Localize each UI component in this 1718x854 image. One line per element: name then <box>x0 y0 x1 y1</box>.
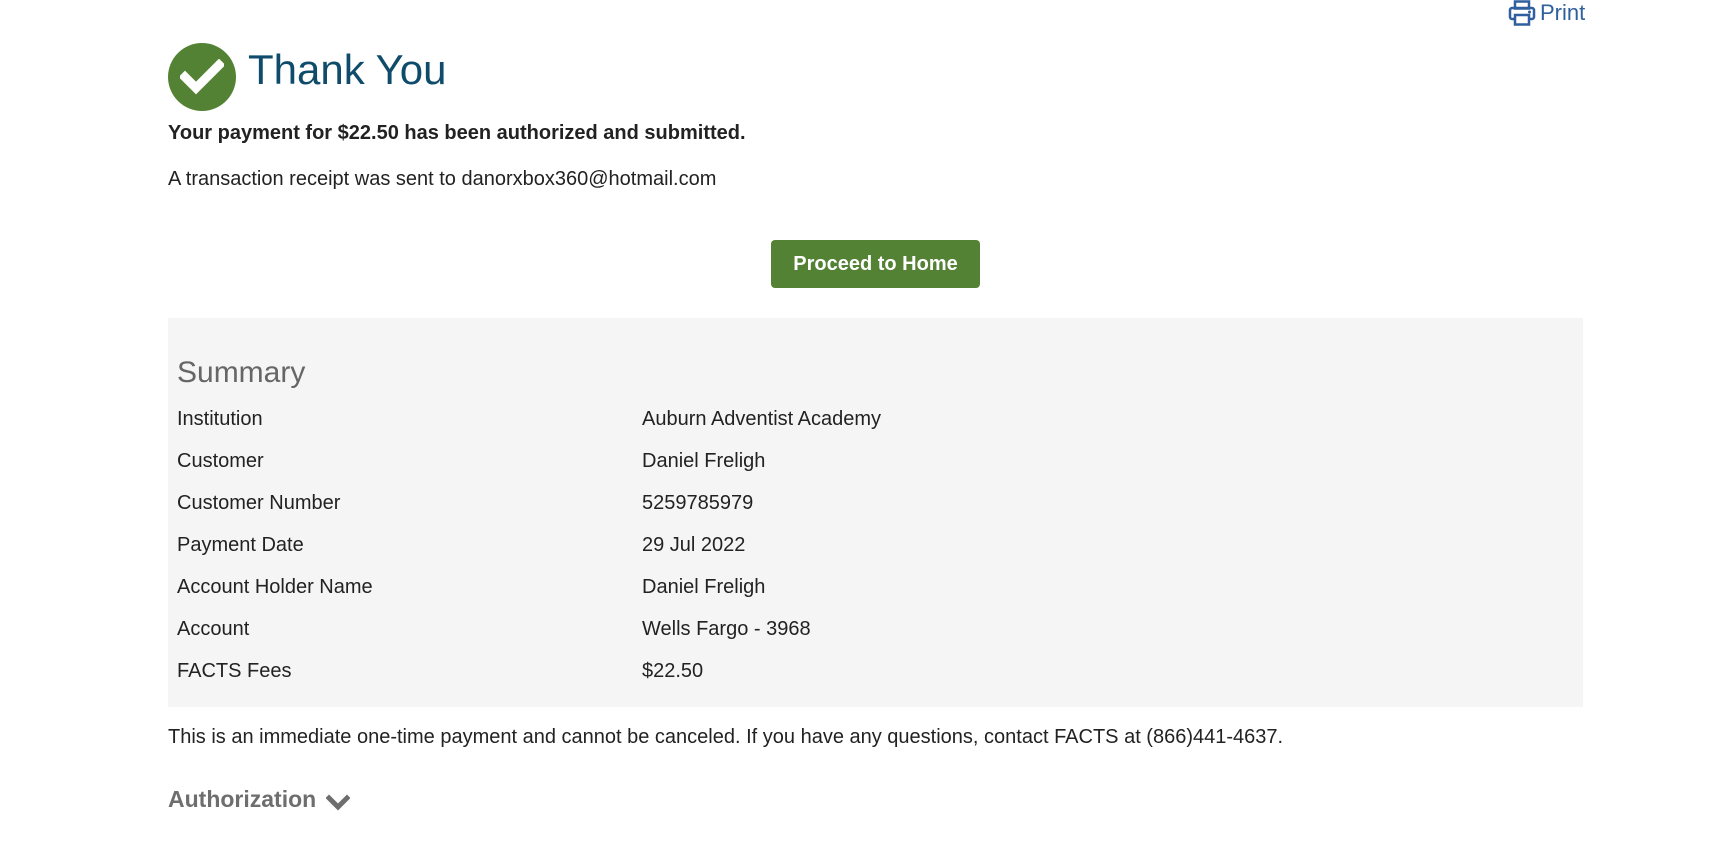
authorization-label: Authorization <box>168 786 317 812</box>
check-circle-icon <box>168 43 236 112</box>
printer-icon <box>1508 0 1536 26</box>
summary-value: Daniel Freligh <box>642 450 766 472</box>
summary-row-account: Account Wells Fargo - 3968 <box>177 618 1577 648</box>
summary-label: Customer <box>177 450 264 472</box>
summary-value: $22.50 <box>642 660 704 682</box>
summary-row-payment-date: Payment Date 29 Jul 2022 <box>177 534 1577 564</box>
summary-label: Account <box>177 618 250 640</box>
summary-row-institution: Institution Auburn Adventist Academy <box>177 408 1577 438</box>
summary-value: Auburn Adventist Academy <box>642 408 882 430</box>
summary-label: Customer Number <box>177 492 341 514</box>
confirmation-header: Thank You <box>168 32 447 122</box>
chevron-down-icon <box>325 791 351 811</box>
summary-label: FACTS Fees <box>177 660 292 682</box>
page-title: Thank You <box>248 46 447 93</box>
receipt-message: A transaction receipt was sent to danorx… <box>168 168 717 190</box>
summary-row-customer: Customer Daniel Freligh <box>177 450 1577 480</box>
summary-value: 5259785979 <box>642 492 754 514</box>
summary-label: Institution <box>177 408 263 430</box>
payment-disclaimer: This is an immediate one-time payment an… <box>168 726 1284 748</box>
summary-label: Account Holder Name <box>177 576 373 598</box>
authorization-toggle[interactable]: Authorization <box>168 786 351 813</box>
summary-row-customer-number: Customer Number 5259785979 <box>177 492 1577 522</box>
proceed-to-home-button[interactable]: Proceed to Home <box>771 240 980 288</box>
summary-value: Wells Fargo - 3968 <box>642 618 811 640</box>
print-link[interactable]: Print <box>1508 0 1585 26</box>
print-label: Print <box>1540 0 1586 25</box>
summary-row-facts-fees: FACTS Fees $22.50 <box>177 660 1577 690</box>
payment-confirmation-page: Print Thank You Your payment for $22.50 … <box>0 0 1718 854</box>
summary-title: Summary <box>177 356 306 389</box>
summary-value: 29 Jul 2022 <box>642 534 746 556</box>
confirmation-message: Your payment for $22.50 has been authori… <box>168 122 746 144</box>
summary-label: Payment Date <box>177 534 304 556</box>
summary-row-account-holder: Account Holder Name Daniel Freligh <box>177 576 1577 606</box>
summary-value: Daniel Freligh <box>642 576 766 598</box>
summary-panel: Summary Institution Auburn Adventist Aca… <box>168 318 1583 707</box>
